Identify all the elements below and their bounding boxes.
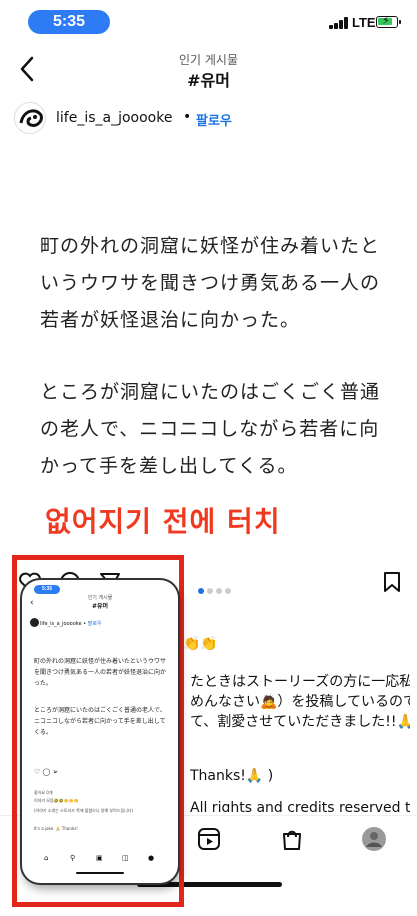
overlay-caption: 없어지기 전에 터치 (45, 505, 281, 538)
caption-line: 👏👏 (183, 636, 218, 652)
battery-icon: ⚡ (376, 14, 401, 28)
avatar[interactable] (14, 102, 46, 134)
mini-action-icons: ♡ ◯ ➢ (34, 768, 59, 776)
username[interactable]: life_is_a_jooooke (56, 110, 172, 126)
caption-line: たときはストーリーズの方に一応私な (190, 674, 410, 690)
page-title: #유머 (187, 71, 230, 90)
caption-line: めんなさい🙇）を投稿しているのです (190, 694, 410, 710)
carousel-dot (207, 588, 213, 594)
mini-caption: It's a joke. 🙏 Thanks! (34, 826, 78, 831)
image-text-paragraph-2: ところが洞窟にいたのはごくごく普通の老人で、ニコニコしながら若者に向かって手を差… (40, 381, 381, 477)
mini-bottom-nav: ⌂ ⚲ ▣ ◫ ● (44, 854, 155, 862)
bookmark-icon[interactable] (380, 570, 404, 594)
mini-avatar (30, 618, 39, 627)
status-bar: 5:35 LTE ⚡ (0, 0, 417, 44)
network-label: LTE (352, 15, 376, 30)
mini-username: life_is_a_jooooke (40, 621, 82, 627)
caption-line: Thanks!🙏 ) (190, 768, 274, 784)
shop-icon[interactable] (279, 826, 305, 852)
image-text-paragraph-1: 町の外れの洞窟に妖怪が住み着いたというウワサを聞きつけ勇気ある一人の若者が妖怪退… (40, 235, 381, 331)
mini-phone-preview[interactable]: 5:35 ‹ 인기 게시물 #유머 life_is_a_jooooke • 팔로… (22, 580, 178, 883)
separator-dot: • (183, 109, 192, 125)
page-header: 인기 게시물 #유머 (0, 44, 417, 96)
status-time: 5:35 (28, 10, 110, 34)
mini-header-title: #유머 (91, 603, 109, 610)
mini-caption: 이야기 모음🤣🤣👏👏👏 (34, 798, 79, 803)
mini-status-time: 5:35 (34, 585, 60, 594)
header-subtitle: 인기 게시물 (178, 53, 238, 67)
carousel-dot (225, 588, 231, 594)
mini-paragraph-1: 町の外れの洞窟に妖怪が住み着いたというウワサを聞きつけ勇気ある一人の若者が妖怪退… (34, 658, 167, 687)
mini-home-indicator (76, 872, 124, 874)
mini-paragraph-2: ところが洞窟にいたのはごくごく普通の老人で、ニコニコしながら若者に向かって手を差… (34, 707, 166, 736)
carousel-indicator (198, 579, 234, 594)
mini-header-subtitle: 인기 게시물 (87, 595, 113, 601)
mini-caption: (이야기 소개는 스토리즈 쪽에 올렸으니 양해 부탁드립니다) (34, 808, 134, 813)
reels-icon[interactable] (196, 826, 222, 852)
mini-follow: 팔로우 (87, 621, 102, 627)
mini-likes: 좋아요 0개 (34, 790, 53, 795)
mini-username-row: life_is_a_jooooke • 팔로우 (40, 621, 102, 627)
follow-button[interactable]: 팔로우 (196, 110, 232, 129)
carousel-dot (198, 588, 204, 594)
post-author-row: life_is_a_jooooke • 팔로우 (0, 100, 417, 140)
carousel-dot (216, 588, 222, 594)
signal-icon (329, 17, 349, 29)
caption-line: All rights and credits reserved to (190, 800, 410, 812)
profile-icon[interactable] (361, 826, 387, 852)
caption-line: て、割愛させていただきました!!🙏 (190, 714, 410, 730)
